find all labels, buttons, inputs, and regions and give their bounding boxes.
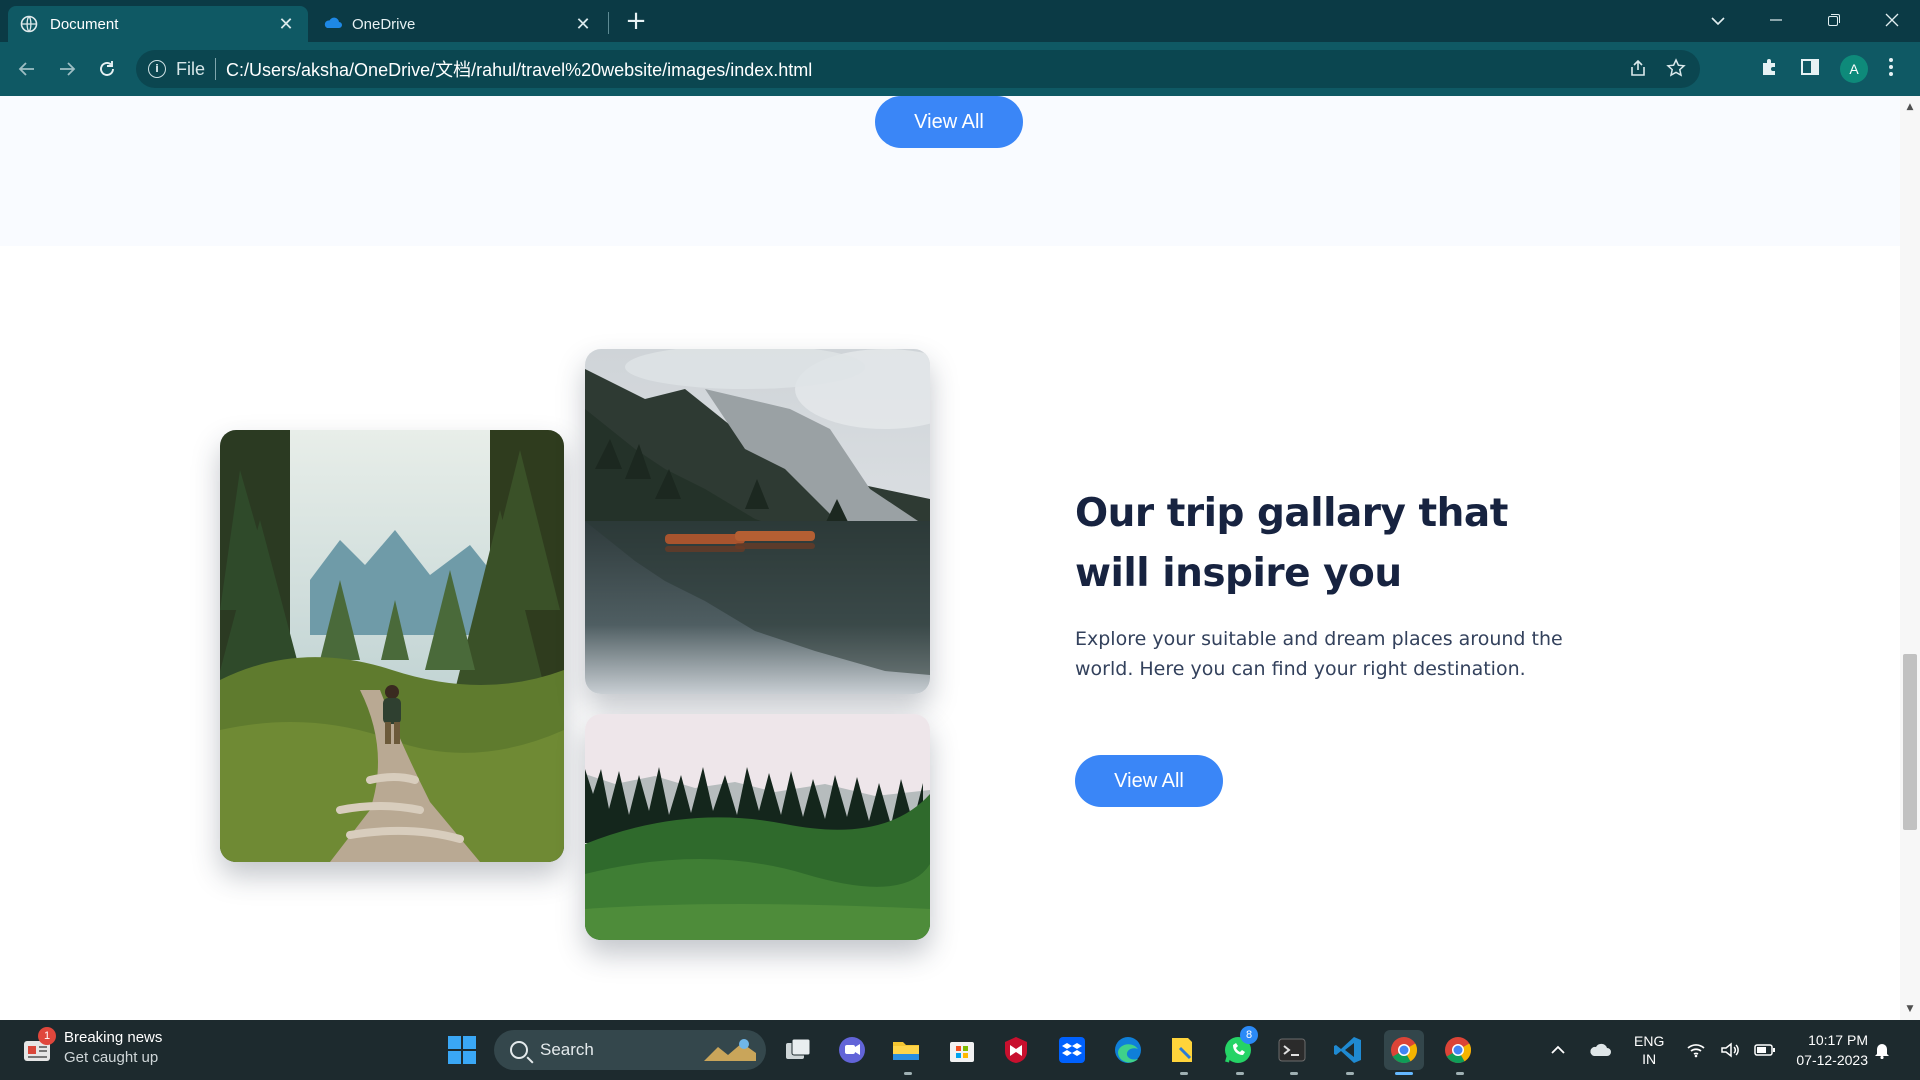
news-subtitle: Get caught up xyxy=(64,1049,159,1066)
profile-avatar[interactable]: A xyxy=(1840,55,1868,83)
onedrive-cloud-icon xyxy=(322,15,342,33)
browser-toolbar: i File C:/Users/aksha/OneDrive/文档/rahul/… xyxy=(0,42,1920,96)
restore-icon[interactable] xyxy=(1806,0,1862,42)
chrome-icon[interactable] xyxy=(1384,1030,1424,1070)
task-view-icon[interactable] xyxy=(780,1032,816,1068)
reload-icon[interactable] xyxy=(92,54,122,84)
mcafee-icon[interactable] xyxy=(998,1032,1034,1068)
kebab-menu-icon[interactable] xyxy=(1888,57,1894,81)
view-all-button[interactable]: View All xyxy=(875,96,1023,148)
gallery-description: Explore your suitable and dream places a… xyxy=(1075,628,1563,680)
close-window-icon[interactable] xyxy=(1864,0,1920,42)
running-indicator xyxy=(1290,1072,1298,1075)
url-text[interactable]: C:/Users/aksha/OneDrive/文档/rahul/travel%… xyxy=(226,56,812,82)
close-tab-icon[interactable]: ✕ xyxy=(276,14,296,35)
onedrive-sync-icon[interactable] xyxy=(1588,1020,1612,1080)
news-widget[interactable]: 1 Breaking news Get caught up xyxy=(22,1027,163,1068)
tab-document[interactable]: Document ✕ xyxy=(8,6,308,42)
globe-icon xyxy=(20,15,38,33)
whatsapp-icon[interactable]: 8 xyxy=(1220,1026,1258,1068)
windows-taskbar: 1 Breaking news Get caught up Search 8 E… xyxy=(0,1020,1920,1080)
close-tab-icon[interactable]: ✕ xyxy=(573,14,593,35)
file-explorer-icon[interactable] xyxy=(888,1032,924,1068)
language-line-1: ENG xyxy=(1634,1033,1665,1049)
taskbar-search-box[interactable]: Search xyxy=(494,1030,766,1070)
page-scrollbar[interactable]: ▲ ▼ xyxy=(1900,96,1920,1020)
dropbox-icon[interactable] xyxy=(1054,1032,1090,1068)
language-indicator[interactable]: ENG IN xyxy=(1634,1020,1664,1080)
news-badge: 1 xyxy=(38,1027,56,1045)
running-indicator xyxy=(1236,1072,1244,1075)
scroll-thumb[interactable] xyxy=(1903,654,1917,830)
back-icon[interactable] xyxy=(12,54,42,84)
page-viewport: View All Our trip gallary that will insp… xyxy=(0,96,1900,1020)
news-icon: 1 xyxy=(22,1027,56,1063)
mountain-lake-boats-image xyxy=(585,349,930,694)
site-info-icon[interactable]: i xyxy=(148,60,166,78)
scroll-up-arrow-icon[interactable]: ▲ xyxy=(1905,102,1915,112)
tab-title: OneDrive xyxy=(352,15,416,33)
search-highlight-icon xyxy=(704,1039,756,1061)
volume-icon xyxy=(1721,1042,1739,1058)
tray-overflow-chevron-icon[interactable] xyxy=(1550,1020,1566,1080)
news-title: Breaking news xyxy=(64,1029,163,1046)
taskbar-clock[interactable]: 10:17 PM 07-12-2023 xyxy=(1780,1030,1868,1070)
extensions-puzzle-icon[interactable] xyxy=(1760,57,1780,81)
microsoft-store-icon[interactable] xyxy=(944,1032,980,1068)
toolbar-actions: A xyxy=(1760,50,1894,88)
forward-icon[interactable] xyxy=(52,54,82,84)
tab-onedrive[interactable]: OneDrive ✕ xyxy=(310,6,605,42)
running-indicator xyxy=(1456,1072,1464,1075)
terminal-icon[interactable] xyxy=(1274,1032,1310,1068)
share-icon[interactable] xyxy=(1628,58,1648,83)
previous-section-band: View All xyxy=(0,96,1900,246)
tab-divider xyxy=(608,12,609,34)
windows-start-icon[interactable] xyxy=(444,1032,480,1068)
search-icon xyxy=(510,1041,528,1059)
new-tab-button[interactable]: + xyxy=(624,8,648,34)
minimize-icon[interactable] xyxy=(1748,0,1804,42)
scroll-down-arrow-icon[interactable]: ▼ xyxy=(1905,1004,1915,1014)
scheme-label: File xyxy=(176,58,206,79)
running-indicator xyxy=(1346,1072,1354,1075)
scheme-divider xyxy=(215,58,217,80)
teams-chat-icon[interactable] xyxy=(834,1032,870,1068)
chrome-profile-icon[interactable] xyxy=(1440,1032,1476,1068)
sticky-notes-icon[interactable] xyxy=(1164,1032,1200,1068)
battery-icon xyxy=(1754,1044,1775,1056)
green-meadow-forest-image xyxy=(585,714,930,940)
tab-search-icon[interactable] xyxy=(1690,0,1746,42)
notification-bell-icon[interactable] xyxy=(1874,1020,1890,1080)
side-panel-icon[interactable] xyxy=(1800,57,1820,81)
address-bar[interactable]: i File C:/Users/aksha/OneDrive/文档/rahul/… xyxy=(136,50,1700,88)
bookmark-star-icon[interactable] xyxy=(1666,58,1686,83)
vscode-icon[interactable] xyxy=(1330,1032,1366,1068)
running-indicator xyxy=(1180,1072,1188,1075)
browser-tab-strip: Document ✕ OneDrive ✕ + xyxy=(0,0,1920,42)
language-line-2: IN xyxy=(1642,1051,1657,1067)
running-indicator xyxy=(904,1072,912,1075)
clock-date: 07-12-2023 xyxy=(1796,1052,1868,1068)
wifi-icon xyxy=(1687,1044,1705,1058)
running-indicator-focused xyxy=(1395,1072,1413,1075)
tab-title: Document xyxy=(50,15,119,33)
quick-settings[interactable] xyxy=(1686,1020,1776,1080)
whatsapp-badge: 8 xyxy=(1240,1026,1258,1044)
clock-time: 10:17 PM xyxy=(1808,1032,1868,1048)
gallery-view-all-button[interactable]: View All xyxy=(1075,755,1223,807)
edge-browser-icon[interactable] xyxy=(1110,1032,1146,1068)
search-placeholder: Search xyxy=(540,1040,594,1059)
gallery-heading: Our trip gallary that will inspire you xyxy=(1075,491,1508,596)
hiker-forest-trail-image xyxy=(220,430,564,862)
